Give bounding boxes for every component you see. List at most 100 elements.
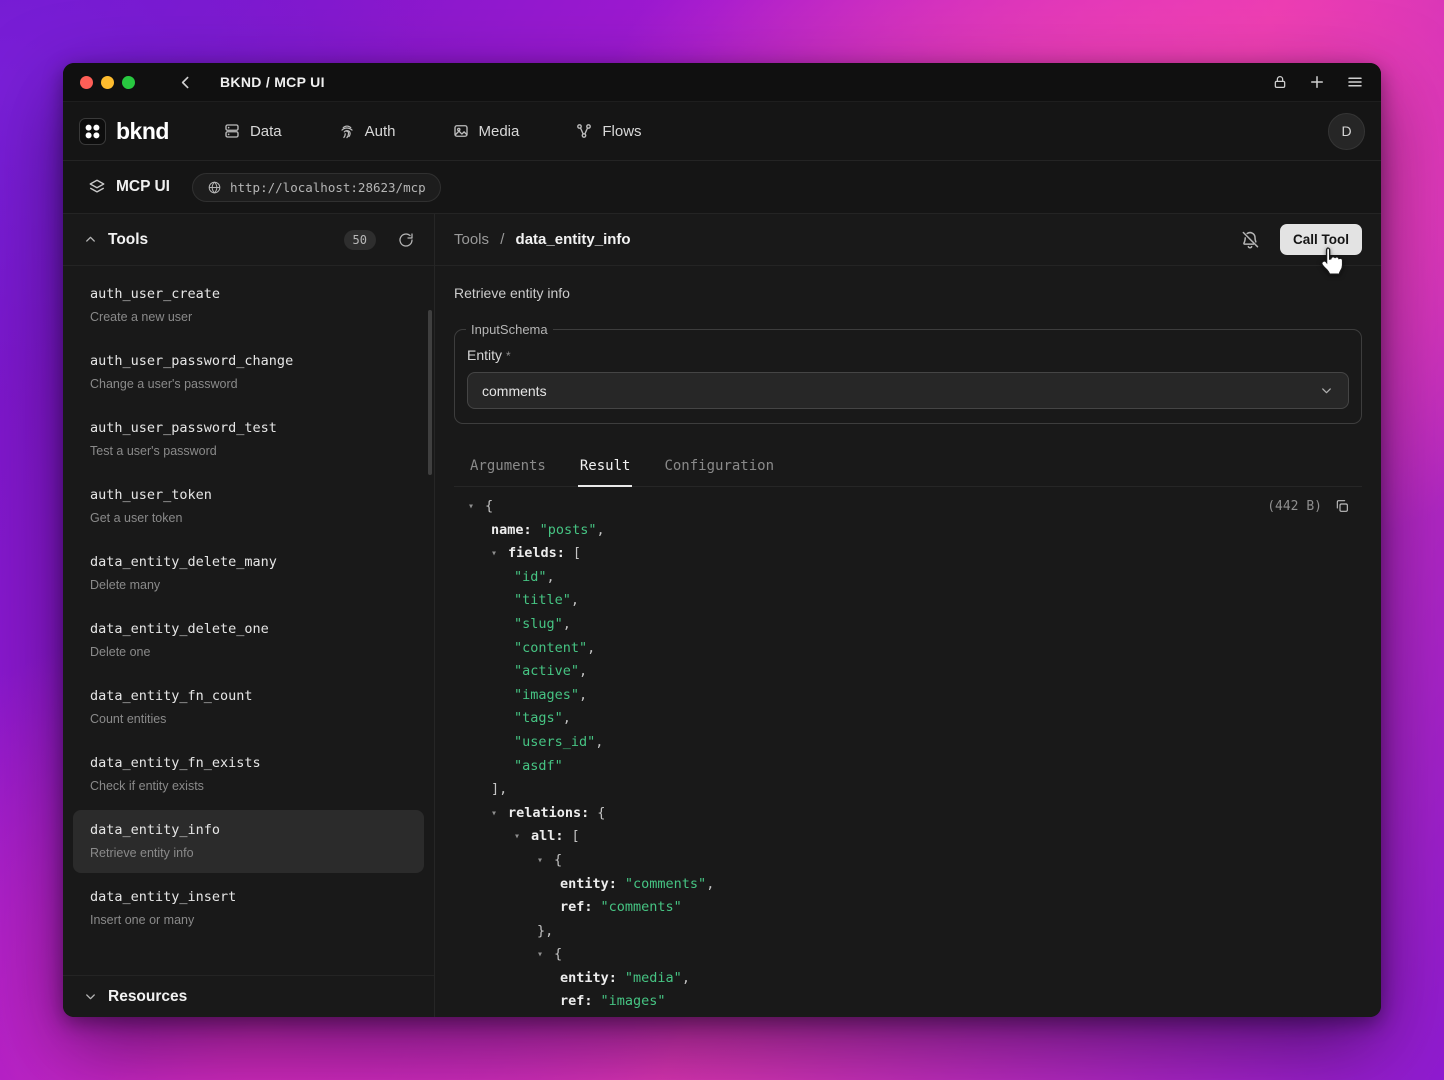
json-str: "posts": [540, 522, 597, 538]
tool-name: auth_user_password_change: [90, 353, 407, 370]
json-str: "active": [514, 663, 579, 679]
minimize-window-button[interactable]: [101, 76, 114, 89]
json-punct: ],: [491, 781, 507, 797]
tool-list-item[interactable]: data_entity_info Retrieve entity info: [73, 810, 424, 873]
json-line: "slug",: [468, 613, 1362, 637]
entity-field-label: Entity*: [467, 347, 1349, 363]
tool-list-item[interactable]: auth_user_password_test Test a user's pa…: [73, 408, 424, 471]
mcp-page-title: MCP UI: [116, 178, 170, 196]
breadcrumb-root[interactable]: Tools: [454, 231, 489, 248]
json-key: all:: [531, 828, 564, 844]
json-line: ▾fields:[: [468, 542, 1362, 566]
json-line: entity:"media",: [468, 967, 1362, 991]
call-tool-button[interactable]: Call Tool: [1280, 224, 1362, 255]
json-key: name:: [491, 522, 532, 538]
nav-label: Data: [250, 123, 282, 140]
nav-item-flows[interactable]: Flows: [575, 122, 641, 140]
tool-description: Test a user's password: [90, 443, 407, 459]
maximize-window-button[interactable]: [122, 76, 135, 89]
tool-detail-body: Retrieve entity info InputSchema Entity*…: [435, 266, 1381, 1017]
result-viewer: (442 B) ▾{name:"posts",▾fields:["id","ti…: [454, 495, 1362, 1014]
collapse-arrow-icon[interactable]: ▾: [537, 943, 554, 967]
json-line: "users_id",: [468, 731, 1362, 755]
collapse-arrow-icon[interactable]: ▾: [491, 802, 508, 826]
tool-list-item[interactable]: auth_user_create Create a new user: [73, 274, 424, 337]
json-punct: ,: [547, 569, 555, 585]
json-line: ref:"images": [468, 990, 1362, 1014]
tool-description: Retrieve entity info: [90, 845, 407, 861]
bknd-logo[interactable]: bknd: [79, 118, 169, 145]
tab-arguments[interactable]: Arguments: [468, 448, 548, 486]
mcp-url-pill[interactable]: http://localhost:28623/mcp: [192, 173, 441, 202]
tools-section-title: Tools: [108, 231, 148, 249]
hamburger-menu-icon[interactable]: [1346, 73, 1364, 91]
main-area: Tools 50 auth_user_create Create a new u…: [63, 214, 1381, 1017]
tools-section-header[interactable]: Tools 50: [63, 214, 434, 266]
json-str: "comments": [601, 899, 682, 915]
mcp-subheader: MCP UI http://localhost:28623/mcp: [63, 161, 1381, 214]
chevron-down-icon: [1319, 383, 1334, 398]
json-punct: ,: [706, 876, 714, 892]
collapse-arrow-icon[interactable]: ▾: [514, 825, 531, 849]
close-window-button[interactable]: [80, 76, 93, 89]
tool-list-item[interactable]: auth_user_password_change Change a user'…: [73, 341, 424, 404]
json-punct: ,: [563, 710, 571, 726]
json-punct: ,: [563, 616, 571, 632]
tool-description: Create a new user: [90, 309, 407, 325]
json-str: "title": [514, 592, 571, 608]
user-avatar[interactable]: D: [1328, 113, 1365, 150]
json-punct: {: [554, 852, 562, 868]
refresh-icon[interactable]: [398, 232, 414, 248]
window-title: BKND / MCP UI: [220, 74, 325, 90]
nav-item-media[interactable]: Media: [452, 122, 520, 140]
tool-list-item[interactable]: auth_user_token Get a user token: [73, 475, 424, 538]
json-key: ref:: [560, 993, 593, 1009]
json-line: "tags",: [468, 707, 1362, 731]
json-key: fields:: [508, 545, 565, 561]
fingerprint-icon: [338, 122, 356, 140]
json-str: "users_id": [514, 734, 595, 750]
entity-select[interactable]: comments: [467, 372, 1349, 409]
copy-icon[interactable]: [1334, 498, 1350, 514]
json-line: "active",: [468, 660, 1362, 684]
json-punct: },: [537, 923, 553, 939]
json-tree: ▾{name:"posts",▾fields:["id","title","sl…: [454, 495, 1362, 1014]
tool-description: Count entities: [90, 711, 407, 727]
json-key: ref:: [560, 899, 593, 915]
result-tabs: Arguments Result Configuration: [454, 448, 1362, 487]
tool-list-item[interactable]: data_entity_delete_many Delete many: [73, 542, 424, 605]
tool-list-item[interactable]: data_entity_fn_exists Check if entity ex…: [73, 743, 424, 806]
sidebar-scrollbar[interactable]: [428, 310, 432, 475]
plus-icon[interactable]: [1308, 73, 1326, 91]
collapse-arrow-icon[interactable]: ▾: [491, 542, 508, 566]
json-punct: ,: [597, 522, 605, 538]
tool-list-item[interactable]: data_entity_fn_count Count entities: [73, 676, 424, 739]
tab-result[interactable]: Result: [578, 448, 633, 486]
json-punct: ,: [595, 734, 603, 750]
chevron-down-icon: [83, 989, 98, 1004]
tool-list-item[interactable]: data_entity_insert Insert one or many: [73, 877, 424, 940]
image-icon: [452, 122, 470, 140]
json-line: ],: [468, 778, 1362, 802]
json-line: ▾{: [468, 849, 1362, 873]
json-line: ▾all:[: [468, 825, 1362, 849]
nav-item-auth[interactable]: Auth: [338, 122, 396, 140]
nav-item-data[interactable]: Data: [223, 122, 282, 140]
resources-section-header[interactable]: Resources: [63, 975, 434, 1017]
tool-name: data_entity_fn_exists: [90, 755, 407, 772]
tab-configuration[interactable]: Configuration: [662, 448, 776, 486]
json-punct: {: [554, 946, 562, 962]
lock-icon[interactable]: [1272, 74, 1288, 90]
breadcrumb: Tools / data_entity_info: [454, 231, 631, 248]
json-punct: ,: [587, 640, 595, 656]
tool-name: data_entity_insert: [90, 889, 407, 906]
layers-icon: [88, 178, 106, 196]
json-line: ▾relations:{: [468, 802, 1362, 826]
back-button[interactable]: [177, 74, 194, 91]
collapse-arrow-icon[interactable]: ▾: [468, 495, 485, 519]
input-schema-fieldset: InputSchema Entity* comments: [454, 322, 1362, 424]
json-line: name: "posts",: [468, 519, 1362, 543]
collapse-arrow-icon[interactable]: ▾: [537, 849, 554, 873]
bell-off-icon[interactable]: [1240, 230, 1260, 250]
tool-list-item[interactable]: data_entity_delete_one Delete one: [73, 609, 424, 672]
